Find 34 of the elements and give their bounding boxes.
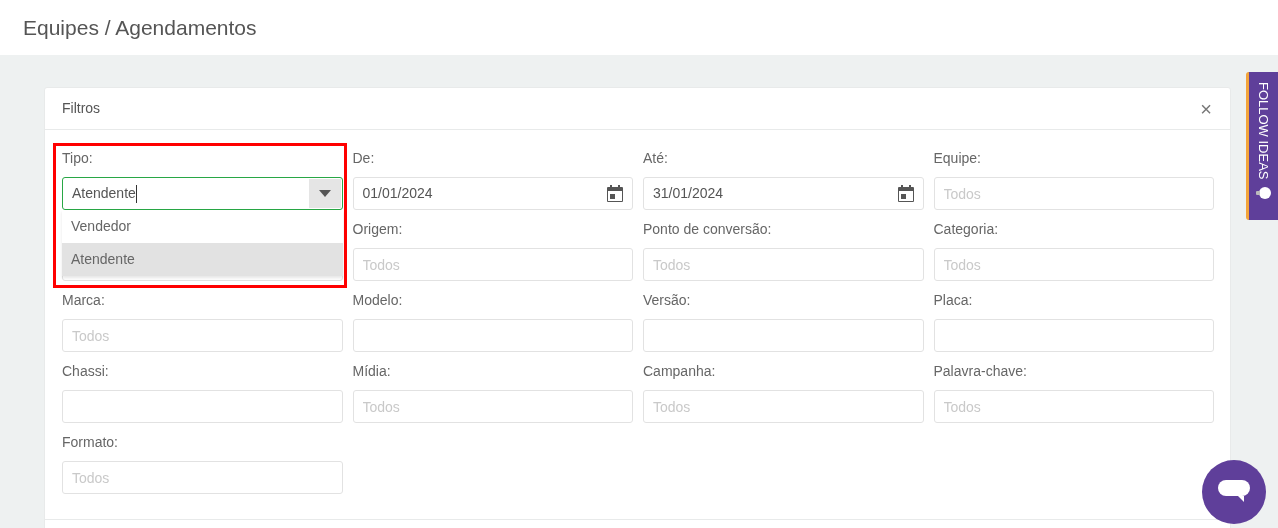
field-label: Modelo: (352, 291, 404, 309)
field-label: Palavra-chave: (933, 362, 1028, 380)
date-field[interactable]: 31/01/2024 (643, 177, 924, 210)
calendar-icon[interactable] (897, 185, 914, 202)
field-label: Mídia: (352, 362, 392, 380)
dropdown-option[interactable]: Atendente (62, 243, 343, 276)
field-label: Marca: (62, 291, 106, 309)
field-label: Categoria: (933, 220, 1000, 238)
field-label: Versão: (643, 291, 692, 309)
field-label: Tipo: (62, 149, 94, 167)
field-label: Até: (643, 149, 669, 167)
input-field[interactable] (643, 319, 924, 352)
chat-icon[interactable] (1218, 480, 1250, 504)
field-label: Placa: (933, 291, 974, 309)
field-label: Ponto de conversão: (643, 220, 773, 238)
input-field[interactable] (62, 390, 343, 423)
input-field[interactable] (933, 319, 1214, 352)
page-title: Equipes / Agendamentos (23, 14, 257, 41)
date-field[interactable]: 01/01/2024 (352, 177, 633, 210)
lightbulb-icon (1255, 185, 1272, 200)
field-label: Formato: (62, 433, 119, 451)
field-label: De: (352, 149, 376, 167)
caret-icon[interactable] (308, 179, 341, 208)
close-button[interactable]: × (1200, 98, 1212, 119)
field-label: Origem: (352, 220, 404, 238)
field-label: Campanha: (643, 362, 717, 380)
dropdown-option[interactable]: Vendedor (62, 210, 343, 243)
input-field[interactable] (352, 319, 633, 352)
calendar-icon[interactable] (607, 185, 623, 202)
field-label: Chassi: (62, 362, 110, 380)
card-title: Filtros (62, 99, 101, 118)
side-tab[interactable]: FOLLOW IDEAS (1246, 72, 1278, 220)
field-label: Equipe: (933, 149, 982, 167)
type-select[interactable]: Atendente (62, 177, 343, 210)
